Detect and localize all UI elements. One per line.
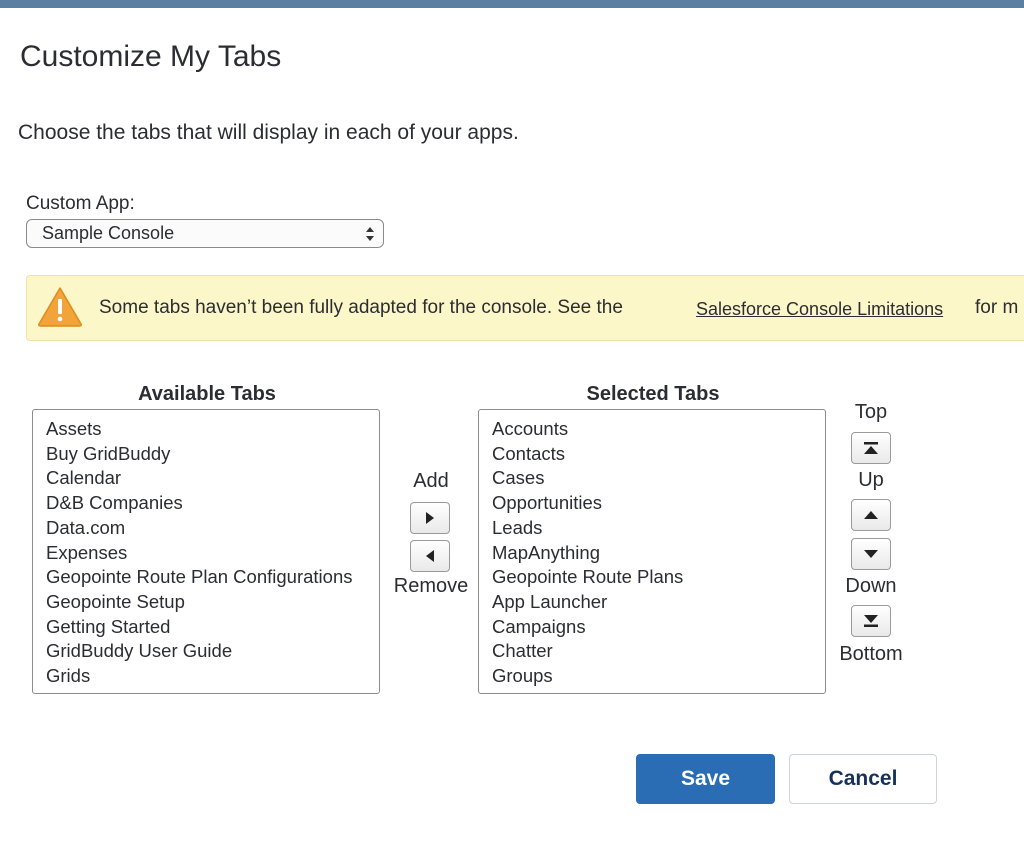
- remove-button[interactable]: [410, 540, 450, 572]
- selected-tabs-heading: Selected Tabs: [586, 383, 720, 405]
- list-item[interactable]: D&B Companies: [46, 491, 379, 516]
- console-limitations-link[interactable]: Salesforce Console Limitations: [696, 299, 943, 320]
- arrow-down-icon: [864, 550, 878, 558]
- select-arrows-icon: [366, 227, 374, 241]
- warning-text: Some tabs haven’t been fully adapted for…: [99, 297, 623, 318]
- list-item[interactable]: Calendar: [46, 466, 379, 491]
- move-top-button[interactable]: [851, 432, 891, 464]
- list-item[interactable]: Expenses: [46, 541, 379, 566]
- add-label: Add: [413, 470, 449, 492]
- warning-icon: [38, 287, 82, 327]
- selected-tabs-list[interactable]: Accounts Contacts Cases Opportunities Le…: [478, 409, 826, 694]
- available-tabs-heading: Available Tabs: [138, 383, 276, 405]
- arrow-left-icon: [426, 550, 434, 562]
- remove-label: Remove: [393, 575, 469, 597]
- move-bottom-icon: [864, 615, 878, 627]
- custom-app-label: Custom App:: [26, 193, 135, 214]
- list-item[interactable]: Opportunities: [492, 491, 825, 516]
- list-item[interactable]: Grids: [46, 664, 379, 689]
- list-item[interactable]: Getting Started: [46, 615, 379, 640]
- cancel-button[interactable]: Cancel: [789, 754, 937, 804]
- arrow-up-icon: [864, 511, 878, 519]
- list-item[interactable]: Geopointe Route Plan Configurations: [46, 565, 379, 590]
- list-item[interactable]: App Launcher: [492, 590, 825, 615]
- page-subtitle: Choose the tabs that will display in eac…: [18, 121, 519, 144]
- custom-app-selected-value: Sample Console: [42, 223, 175, 243]
- list-item[interactable]: Buy GridBuddy: [46, 442, 379, 467]
- list-item[interactable]: GridBuddy User Guide: [46, 639, 379, 664]
- list-item[interactable]: Geopointe Setup: [46, 590, 379, 615]
- list-item[interactable]: Geopointe Route Plans: [492, 565, 825, 590]
- arrow-right-icon: [426, 512, 434, 524]
- list-item[interactable]: Accounts: [492, 417, 825, 442]
- up-label: Up: [858, 469, 884, 491]
- list-item[interactable]: Assets: [46, 417, 379, 442]
- save-button[interactable]: Save: [636, 754, 775, 804]
- top-label: Top: [854, 401, 888, 423]
- list-item[interactable]: MapAnything: [492, 541, 825, 566]
- available-tabs-list[interactable]: Assets Buy GridBuddy Calendar D&B Compan…: [32, 409, 380, 694]
- page-title: Customize My Tabs: [20, 40, 282, 73]
- list-item[interactable]: Cases: [492, 466, 825, 491]
- list-item[interactable]: Groups: [492, 664, 825, 689]
- move-up-button[interactable]: [851, 499, 891, 531]
- list-item[interactable]: Contacts: [492, 442, 825, 467]
- move-bottom-button[interactable]: [851, 605, 891, 637]
- bottom-label: Bottom: [839, 643, 903, 665]
- warning-banner: Some tabs haven’t been fully adapted for…: [26, 275, 1024, 341]
- down-label: Down: [845, 575, 897, 597]
- move-down-button[interactable]: [851, 538, 891, 570]
- top-border: [0, 0, 1024, 8]
- list-item[interactable]: Campaigns: [492, 615, 825, 640]
- list-item[interactable]: Chatter: [492, 639, 825, 664]
- add-button[interactable]: [410, 502, 450, 534]
- custom-app-select[interactable]: Sample Console: [26, 219, 384, 248]
- list-item[interactable]: Leads: [492, 516, 825, 541]
- list-item[interactable]: Data.com: [46, 516, 379, 541]
- warning-text-tail: for m: [975, 297, 1019, 318]
- move-top-icon: [864, 442, 878, 454]
